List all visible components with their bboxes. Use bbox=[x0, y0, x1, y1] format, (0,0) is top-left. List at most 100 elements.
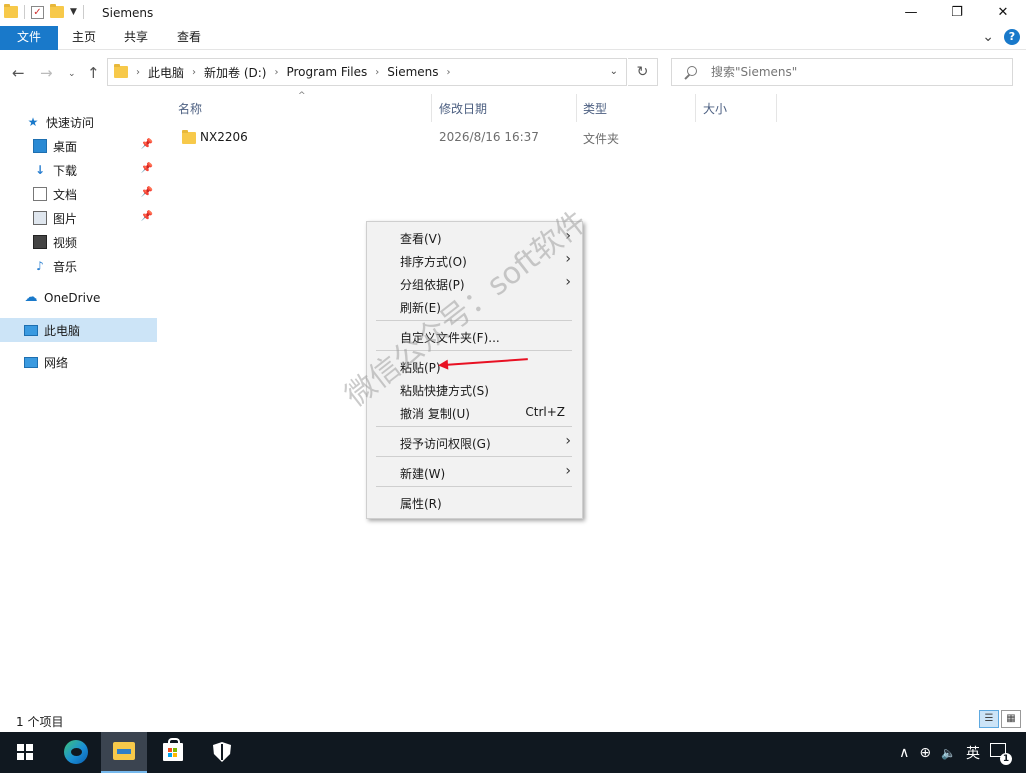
column-divider[interactable] bbox=[576, 94, 577, 122]
breadcrumb-drive-d[interactable]: 新加卷 (D:) bbox=[204, 64, 266, 81]
sidebar-item-this-pc[interactable]: 此电脑 bbox=[0, 318, 157, 342]
chevron-right-icon: › bbox=[565, 251, 571, 267]
sidebar-item-network[interactable]: 网络 bbox=[0, 350, 157, 374]
pin-icon[interactable]: 📌 bbox=[141, 139, 153, 150]
up-icon[interactable]: ↑ bbox=[87, 64, 100, 82]
maximize-button[interactable]: ❐ bbox=[934, 0, 980, 26]
recent-locations-icon[interactable]: ⌄ bbox=[68, 69, 76, 79]
properties-icon[interactable]: ✓ bbox=[31, 5, 44, 19]
column-divider[interactable] bbox=[431, 94, 432, 122]
tab-share[interactable]: 共享 bbox=[116, 26, 156, 50]
chevron-right-icon: › bbox=[565, 228, 571, 244]
menu-item-group[interactable]: 分组依据(P) › bbox=[368, 272, 581, 294]
address-bar[interactable]: › 此电脑 › 新加卷 (D:) › Program Files › Sieme… bbox=[107, 58, 627, 86]
show-hidden-icons-icon[interactable]: ∧ bbox=[899, 745, 909, 761]
sidebar-item-music[interactable]: ♪ 音乐 bbox=[0, 254, 157, 278]
chevron-right-icon[interactable]: › bbox=[447, 67, 451, 78]
menu-item-give-access[interactable]: 授予访问权限(G) › bbox=[368, 431, 581, 453]
column-header-type[interactable]: 类型 bbox=[583, 100, 607, 117]
sidebar-item-label: OneDrive bbox=[44, 291, 101, 305]
tab-home[interactable]: 主页 bbox=[64, 26, 104, 50]
chevron-right-icon[interactable]: › bbox=[136, 67, 140, 78]
menu-item-paste[interactable]: 粘贴(P) bbox=[368, 355, 581, 377]
refresh-button[interactable]: ↻ bbox=[628, 58, 658, 86]
column-divider[interactable] bbox=[695, 94, 696, 122]
menu-item-customize-folder[interactable]: 自定义文件夹(F)... bbox=[368, 325, 581, 347]
menu-divider bbox=[376, 456, 572, 457]
large-icons-view-icon[interactable]: ▦ bbox=[1001, 710, 1021, 728]
breadcrumb-this-pc[interactable]: 此电脑 bbox=[148, 64, 184, 81]
network-icon[interactable]: ⊕ bbox=[919, 745, 931, 761]
start-button[interactable] bbox=[0, 732, 46, 773]
sidebar-item-label: 音乐 bbox=[53, 259, 78, 274]
forward-icon[interactable]: → bbox=[40, 64, 53, 82]
close-button[interactable]: ✕ bbox=[980, 0, 1026, 26]
address-dropdown-icon[interactable]: ⌄ bbox=[610, 66, 618, 77]
sidebar-item-quick-access[interactable]: ★ 快速访问 bbox=[0, 110, 157, 134]
sidebar-item-desktop[interactable]: 桌面 📌 bbox=[0, 134, 157, 158]
folder-icon bbox=[182, 130, 196, 144]
tab-file[interactable]: 文件 bbox=[0, 26, 58, 50]
sidebar-item-documents[interactable]: 文档 📌 bbox=[0, 182, 157, 206]
minimize-button[interactable]: — bbox=[888, 0, 934, 26]
sidebar-item-label: 快速访问 bbox=[46, 115, 95, 130]
menu-item-new[interactable]: 新建(W) › bbox=[368, 461, 581, 483]
table-row[interactable]: NX2206 2026/8/16 16:37 文件夹 bbox=[178, 126, 778, 148]
new-folder-icon[interactable] bbox=[50, 4, 64, 18]
folder-icon bbox=[114, 64, 128, 78]
sidebar-item-pictures[interactable]: 图片 📌 bbox=[0, 206, 157, 230]
sidebar-item-downloads[interactable]: ↓ 下载 📌 bbox=[0, 158, 157, 182]
quick-access-toolbar: ✓ ▼ bbox=[4, 4, 84, 19]
input-method-indicator[interactable]: 英 bbox=[966, 743, 980, 763]
sidebar-item-onedrive[interactable]: ☁ OneDrive bbox=[0, 286, 157, 310]
file-explorer-icon bbox=[113, 742, 135, 760]
menu-item-paste-shortcut[interactable]: 粘贴快捷方式(S) bbox=[368, 378, 581, 400]
sidebar-item-label: 文档 bbox=[53, 187, 78, 202]
shield-icon bbox=[213, 742, 231, 762]
breadcrumb-program-files[interactable]: Program Files bbox=[286, 65, 367, 79]
help-icon[interactable]: ? bbox=[1004, 29, 1020, 45]
taskbar-file-explorer[interactable] bbox=[101, 732, 147, 773]
store-icon bbox=[163, 738, 183, 761]
sort-ascending-icon: ^ bbox=[298, 91, 306, 101]
taskbar-store[interactable] bbox=[150, 732, 196, 773]
notification-center-icon[interactable]: 1 bbox=[990, 742, 1012, 765]
details-view-icon[interactable]: ☰ bbox=[979, 710, 999, 728]
file-list[interactable]: ^ 名称 修改日期 类型 大小 NX2206 2026/8/16 16:37 文… bbox=[160, 91, 1026, 704]
menu-item-view[interactable]: 查看(V) › bbox=[368, 226, 581, 248]
back-icon[interactable]: ← bbox=[12, 64, 25, 82]
chevron-right-icon[interactable]: › bbox=[192, 67, 196, 78]
pin-icon[interactable]: 📌 bbox=[141, 187, 153, 198]
pin-icon[interactable]: 📌 bbox=[141, 211, 153, 222]
tab-view[interactable]: 查看 bbox=[169, 26, 209, 50]
chevron-right-icon: › bbox=[565, 433, 571, 449]
menu-divider bbox=[376, 320, 572, 321]
network-icon bbox=[24, 356, 38, 368]
menu-item-undo[interactable]: 撤消 复制(U) Ctrl+Z bbox=[368, 401, 581, 423]
search-input[interactable] bbox=[711, 65, 991, 79]
file-modified: 2026/8/16 16:37 bbox=[439, 130, 539, 144]
collapse-ribbon-icon[interactable]: ⌄ bbox=[982, 29, 994, 45]
volume-icon[interactable]: 🔈 bbox=[941, 746, 956, 760]
menu-item-properties[interactable]: 属性(R) bbox=[368, 491, 581, 513]
sidebar-item-videos[interactable]: 视频 bbox=[0, 230, 157, 254]
column-header-size[interactable]: 大小 bbox=[703, 100, 727, 117]
search-box[interactable] bbox=[671, 58, 1013, 86]
menu-item-sort[interactable]: 排序方式(O) › bbox=[368, 249, 581, 271]
column-header-modified[interactable]: 修改日期 bbox=[439, 100, 487, 117]
navigation-pane: ★ 快速访问 桌面 📌 ↓ 下载 📌 文档 📌 图片 📌 视频 ♪ 音乐 ☁ O… bbox=[0, 106, 160, 706]
customize-toolbar-icon[interactable]: ▼ bbox=[70, 7, 77, 17]
taskbar-security[interactable] bbox=[199, 732, 245, 773]
pin-icon[interactable]: 📌 bbox=[141, 163, 153, 174]
ribbon: 文件 主页 共享 查看 ⌄ ? bbox=[0, 26, 1026, 50]
chevron-right-icon[interactable]: › bbox=[375, 67, 379, 78]
column-header-name[interactable]: 名称 bbox=[178, 100, 202, 117]
chevron-right-icon[interactable]: › bbox=[274, 67, 278, 78]
breadcrumb-siemens[interactable]: Siemens bbox=[387, 65, 438, 79]
shortcut-label: Ctrl+Z bbox=[525, 405, 565, 419]
edge-icon bbox=[64, 740, 88, 764]
menu-item-refresh[interactable]: 刷新(E) bbox=[368, 295, 581, 317]
taskbar-edge[interactable] bbox=[53, 732, 99, 773]
column-divider[interactable] bbox=[776, 94, 777, 122]
taskbar: ∧ ⊕ 🔈 英 1 bbox=[0, 732, 1026, 773]
